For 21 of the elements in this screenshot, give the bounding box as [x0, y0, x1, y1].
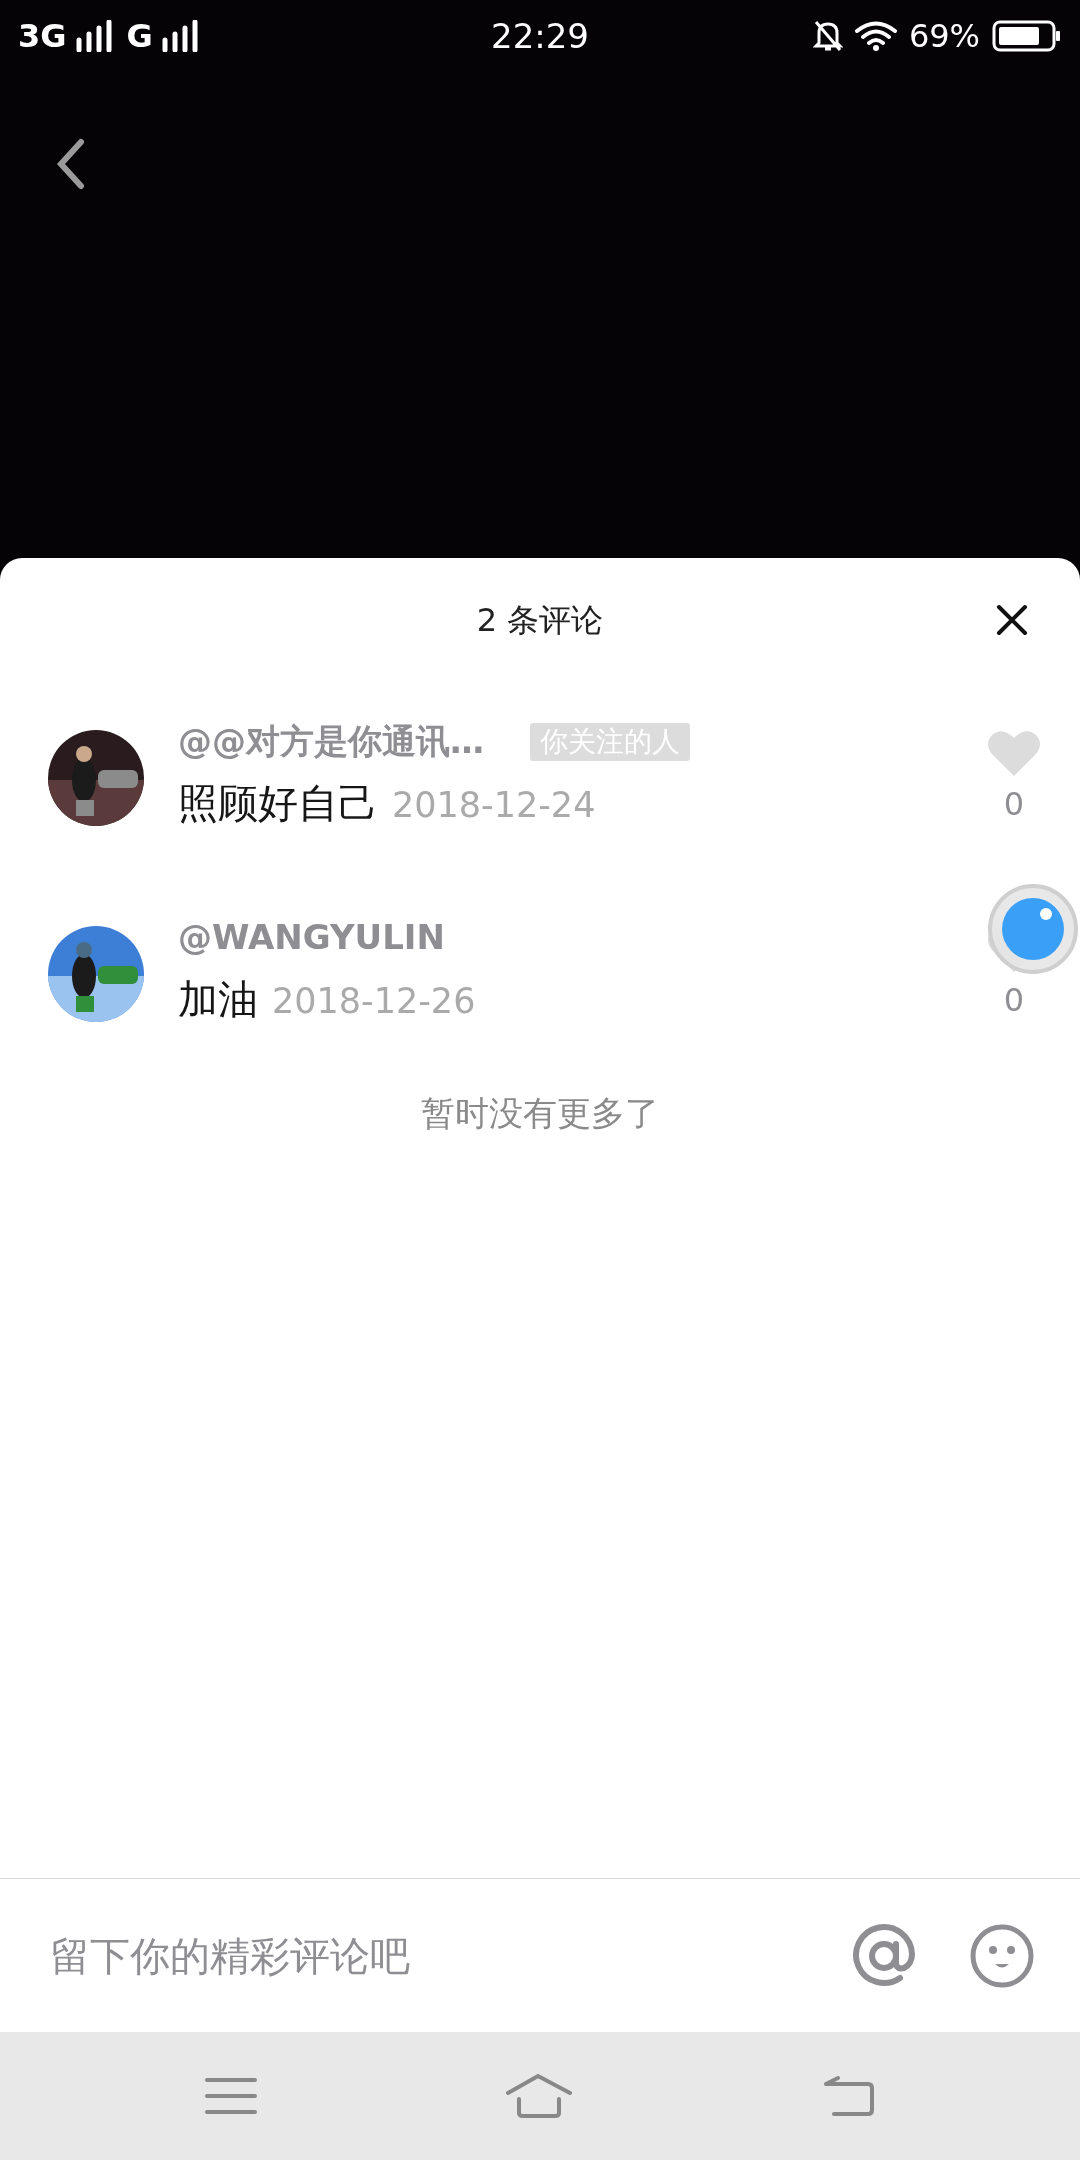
comment-text: 加油: [178, 975, 258, 1024]
comment-input[interactable]: 留下你的精彩评论吧: [50, 1925, 848, 1986]
comment-date: 2018-12-26: [272, 980, 476, 1023]
close-button[interactable]: [994, 602, 1030, 638]
battery-percent: 69%: [908, 16, 980, 57]
sheet-title: 2 条评论: [476, 600, 604, 641]
network-label: 3G: [18, 16, 67, 57]
like-count: 0: [1003, 980, 1025, 1021]
comment-text: 照顾好自己: [178, 779, 378, 828]
network-label: G: [126, 16, 153, 57]
end-note: 暂时没有更多了: [421, 1092, 659, 1135]
wifi-icon: [854, 20, 897, 52]
signal-icon: [74, 20, 113, 52]
clock: 22:29: [491, 14, 589, 58]
username[interactable]: @@对方是你通讯…: [178, 716, 484, 767]
muted-bell-icon: [812, 19, 843, 53]
comment-date: 2018-12-24: [392, 784, 596, 827]
like-count: 0: [1003, 784, 1025, 825]
signal-icon: [160, 20, 199, 52]
username[interactable]: @WANGYULIN: [178, 912, 445, 963]
battery-icon: [992, 20, 1062, 52]
